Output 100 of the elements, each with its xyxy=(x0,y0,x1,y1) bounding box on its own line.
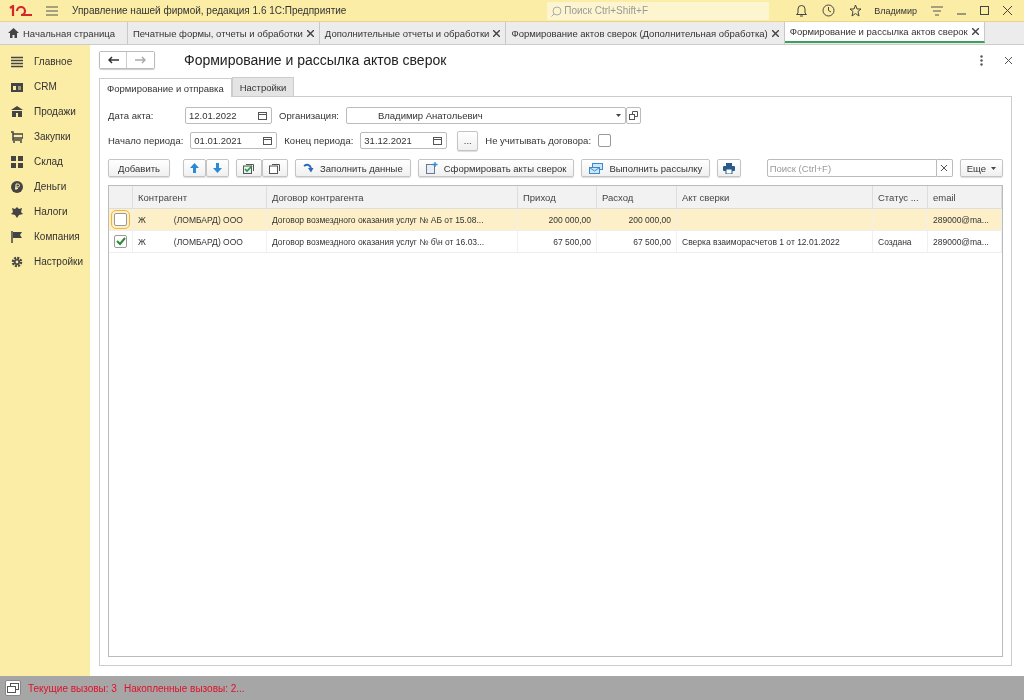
table-cell: Договор возмездного оказания услуг № б\н от 16.03... xyxy=(272,236,485,247)
period-button[interactable]: ... xyxy=(457,130,479,151)
maximize-icon[interactable] xyxy=(980,6,989,15)
uncheck-all-button[interactable] xyxy=(262,159,288,177)
dropdown-icon[interactable] xyxy=(615,114,621,117)
sidebar-item[interactable]: Закупки xyxy=(0,124,90,149)
column-header[interactable]: email xyxy=(928,186,1002,208)
close-icon[interactable] xyxy=(771,29,779,37)
generate-button[interactable]: Сформировать акты сверок xyxy=(417,159,575,177)
clear-icon xyxy=(941,165,948,171)
calendar-icon[interactable] xyxy=(433,136,443,145)
table-cell: Сверка взаиморасчетов 1 от 12.01.2022 xyxy=(682,236,840,247)
list-icon xyxy=(11,55,23,68)
add-button[interactable]: Добавить xyxy=(108,159,170,177)
table-cell: Ж xyxy=(138,214,146,225)
page-tab[interactable]: Дополнительные отчеты и обработки xyxy=(319,22,507,44)
more-icon[interactable] xyxy=(980,54,983,66)
column-header[interactable]: Статус ... xyxy=(873,186,928,208)
form-tab[interactable]: Настройки xyxy=(231,77,295,96)
uncheck-all-icon xyxy=(269,162,281,174)
page-tab[interactable]: Начальная страница xyxy=(0,22,128,44)
move-down-button[interactable] xyxy=(206,159,229,177)
home-icon xyxy=(8,28,19,38)
date-field[interactable]: 12.01.2022 xyxy=(185,107,272,124)
star-icon[interactable] xyxy=(849,4,863,17)
envelopes-icon xyxy=(589,162,604,174)
sidebar-item[interactable]: Склад xyxy=(0,149,90,174)
search-field[interactable]: Поиск (Ctrl+F) xyxy=(766,159,937,177)
table-row[interactable]: Ж (ЛОМБАРД) ООО Договор возмездного оказания услуг № б\н от 16.03... 67 500,00 67 500,00 Сверка взаиморасчетов 1 от 12.01.2022 Создана 289000@ma... xyxy=(109,231,1002,253)
up-arrow-icon xyxy=(190,163,199,173)
table-cell: (ЛОМБАРД) ООО xyxy=(173,214,243,225)
form-tab[interactable]: Формирование и отправка xyxy=(99,78,232,97)
calendar-icon[interactable] xyxy=(258,111,267,120)
column-header[interactable]: Акт сверки xyxy=(677,186,873,208)
table-cell: Создана xyxy=(878,236,912,247)
check-all-icon xyxy=(243,162,255,174)
bell-icon[interactable] xyxy=(795,4,809,17)
sidebar-item[interactable]: Главное xyxy=(0,49,90,74)
calendar-icon[interactable] xyxy=(263,136,273,145)
grid-icon xyxy=(11,155,23,168)
sidebar-item[interactable]: Компания xyxy=(0,224,90,249)
checkbox-label: Не учитывать договора: xyxy=(485,135,592,146)
caret-icon xyxy=(991,166,996,170)
table-cell: 289000@ma... xyxy=(933,214,989,225)
close-icon[interactable] xyxy=(493,29,501,37)
sidebar-item[interactable]: Продажи xyxy=(0,99,90,124)
more-button[interactable]: Еще xyxy=(959,159,1003,177)
table-cell: 67 500,00 xyxy=(633,236,671,247)
sidebar-item[interactable]: Налоги xyxy=(0,199,90,224)
date-field[interactable]: 31.12.2021 xyxy=(360,132,448,149)
open-window-icon xyxy=(628,111,638,120)
page-tab[interactable]: Печатные формы, отчеты и обработки xyxy=(127,22,320,44)
id-card-icon xyxy=(11,80,23,93)
close-icon[interactable] xyxy=(1003,6,1012,15)
field-label: Конец периода: xyxy=(284,135,354,146)
close-icon[interactable] xyxy=(971,28,979,35)
checkbox[interactable] xyxy=(598,134,612,147)
organization-field[interactable]: Владимир Анатольевич xyxy=(345,107,626,124)
page-tab[interactable]: Формирование актов сверок (Дополнительная обработка) xyxy=(506,22,785,44)
emblem-icon xyxy=(11,205,23,218)
user-name[interactable]: Владимир xyxy=(874,5,917,16)
date-field[interactable]: 01.01.2021 xyxy=(190,132,278,149)
search-field[interactable]: Поиск Ctrl+Shift+F xyxy=(547,1,770,20)
down-arrow-icon xyxy=(213,163,222,173)
field-label: Дата акта: xyxy=(108,110,155,121)
table-cell: 67 500,00 xyxy=(553,236,591,247)
sidebar-item[interactable]: Деньги xyxy=(0,174,90,199)
cart-icon xyxy=(11,130,23,143)
checkbox[interactable] xyxy=(114,235,127,248)
check-all-button[interactable] xyxy=(236,159,262,177)
page-tab[interactable]: Формирование и рассылка актов сверок xyxy=(784,22,985,43)
print-button[interactable] xyxy=(717,159,742,177)
table-row[interactable]: Ж (ЛОМБАРД) ООО Договор возмездного оказания услуг № АБ от 15.08... 200 000,00 200 000,00 289000@ma... xyxy=(109,209,1002,231)
table-cell: (ЛОМБАРД) ООО xyxy=(173,236,243,247)
window-title: Управление нашей фирмой, редакция 1.6 1С:Предприятие xyxy=(72,5,347,16)
close-icon[interactable] xyxy=(306,29,314,37)
column-header[interactable]: Контрагент xyxy=(133,186,267,208)
move-up-button[interactable] xyxy=(183,159,206,177)
table-cell: 289000@ma... xyxy=(933,236,989,247)
windows-button[interactable] xyxy=(5,680,21,696)
sidebar-item[interactable]: Настройки xyxy=(0,249,90,274)
checkbox[interactable] xyxy=(114,213,127,226)
history-icon[interactable] xyxy=(822,4,836,17)
store-icon xyxy=(11,105,23,118)
left-arrow-icon xyxy=(107,56,119,64)
document-plus-icon xyxy=(425,162,438,174)
field-label: Начало периода: xyxy=(108,135,184,146)
settings-icon xyxy=(11,255,23,268)
send-button[interactable]: Выполнить рассылку xyxy=(581,159,711,177)
column-header[interactable]: Приход xyxy=(518,186,597,208)
curved-arrow-icon xyxy=(303,163,314,173)
fill-data-button[interactable]: Заполнить данные xyxy=(295,159,411,177)
windows-icon xyxy=(7,682,19,694)
field-label: Организация: xyxy=(279,110,339,121)
table-cell: 200 000,00 xyxy=(628,214,671,225)
back-button[interactable] xyxy=(100,52,127,68)
column-header[interactable]: Расход xyxy=(597,186,677,208)
column-header[interactable]: Договор контрагента xyxy=(267,186,518,208)
close-icon[interactable] xyxy=(1005,56,1012,64)
sidebar-item[interactable]: CRM xyxy=(0,74,90,99)
